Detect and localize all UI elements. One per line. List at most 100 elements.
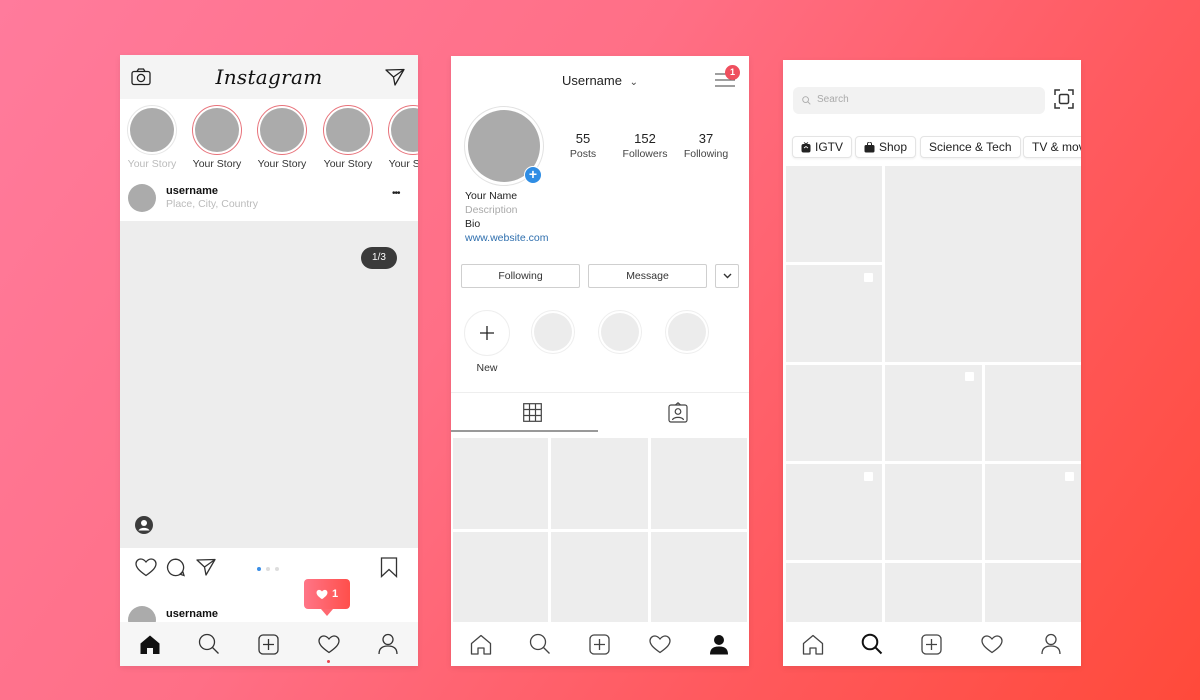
explore-post[interactable] [786,166,882,262]
grid-post[interactable] [651,532,747,624]
message-button[interactable]: Message [588,264,707,288]
story-item[interactable]: Your Story [383,105,418,170]
explore-post[interactable] [985,365,1081,461]
nav-home-icon[interactable] [468,631,494,657]
profile-tabs [451,392,749,433]
nav-home-icon[interactable] [800,631,826,657]
direct-message-icon[interactable] [385,68,405,86]
explore-post[interactable] [985,464,1081,560]
menu-notification-badge: 1 [725,65,740,80]
chip-tv-movies[interactable]: TV & movies [1023,136,1081,158]
story-item[interactable]: Your Story [187,105,247,170]
post-location[interactable]: Place, City, Country [166,198,258,210]
bottom-nav [120,622,418,666]
explore-post[interactable] [885,365,982,461]
stat-following[interactable]: 37 Following [676,131,736,160]
highlight-item[interactable] [665,310,711,354]
chip-label: Science & Tech [929,140,1012,154]
chip-science-tech[interactable]: Science & Tech [920,136,1021,158]
share-icon[interactable] [196,558,216,576]
tagged-user-icon[interactable] [134,515,154,535]
explore-post[interactable] [786,365,882,461]
notification-count: 1 [331,588,339,600]
stat-label: Followers [622,148,668,160]
explore-post[interactable] [786,464,882,560]
app-logo: Instagram [215,65,323,89]
feed-screen: Instagram Your Story Your Story Your Sto… [120,55,418,666]
chip-label: TV & movies [1032,140,1081,154]
comment-icon[interactable] [166,558,185,577]
activity-notification-badge[interactable]: 1 [304,579,350,616]
grid-post[interactable] [551,438,648,529]
stat-posts[interactable]: 55 Posts [553,131,613,160]
post-image[interactable]: 1/3 [120,221,418,548]
nav-add-icon[interactable] [256,631,282,657]
feed-header: Instagram [120,55,418,99]
carousel-dot [266,567,270,571]
story-item[interactable]: Your Story [252,105,312,170]
highlight-item[interactable] [531,310,577,354]
add-story-icon[interactable]: + [524,166,542,184]
next-post-username[interactable]: username [166,608,218,620]
explore-post[interactable] [786,563,882,623]
search-input[interactable]: Search [793,87,1045,114]
nav-profile-icon[interactable] [375,631,401,657]
bottom-nav [783,622,1081,666]
explore-screen: Search IGTV Shop Science & Tech TV & mov… [783,60,1081,666]
nav-activity-icon[interactable] [316,631,342,663]
grid-post[interactable] [453,438,548,529]
grid-post[interactable] [551,532,648,624]
stories-bar: Your Story Your Story Your Story Your St… [120,99,418,179]
highlight-new[interactable]: New [464,310,510,374]
scan-icon[interactable] [1054,89,1074,109]
chevron-down-icon: ⌄ [629,77,638,88]
story-label: Your Story [192,158,242,170]
nav-activity-icon[interactable] [647,631,673,657]
carousel-dot [275,567,279,571]
multiple-posts-icon [864,273,873,282]
tab-grid-icon[interactable] [523,403,542,422]
highlight-new-label: New [476,362,498,374]
explore-post-large[interactable] [885,166,1081,362]
tab-tagged-icon[interactable] [668,402,688,423]
suggested-dropdown-button[interactable] [715,264,739,288]
nav-activity-icon[interactable] [979,631,1005,657]
nav-profile-icon[interactable] [1038,631,1064,657]
search-icon [802,96,811,105]
post-username[interactable]: username [166,185,218,197]
story-label: Your Story [388,158,418,170]
nav-search-icon[interactable] [859,631,885,657]
highlight-item[interactable] [598,310,644,354]
explore-post[interactable] [985,563,1081,623]
stat-label: Posts [569,148,597,160]
grid-post[interactable] [651,438,747,529]
story-item[interactable]: Your Story [122,105,182,170]
carousel-dot-active [257,567,261,571]
nav-add-icon[interactable] [919,631,945,657]
bookmark-icon[interactable] [380,557,398,578]
explore-post[interactable] [786,265,882,362]
chip-shop[interactable]: Shop [855,136,917,158]
nav-profile-icon[interactable] [706,631,732,657]
nav-search-icon[interactable] [527,631,553,657]
explore-post[interactable] [885,563,982,623]
more-options-icon[interactable]: ••• [392,188,400,199]
chip-igtv[interactable]: IGTV [792,136,853,158]
grid-post[interactable] [453,532,548,624]
nav-search-icon[interactable] [196,631,222,657]
nav-add-icon[interactable] [587,631,613,657]
post-avatar[interactable] [128,184,156,212]
like-icon[interactable] [135,558,157,577]
stat-followers[interactable]: 152 Followers [615,131,675,160]
story-label: Your Story [257,158,307,170]
following-button[interactable]: Following [461,264,580,288]
profile-username-switcher[interactable]: Username ⌄ [451,73,749,88]
profile-website-link[interactable]: www.website.com [465,232,548,244]
search-placeholder: Search [817,94,849,105]
story-item[interactable]: Your Story [318,105,378,170]
explore-post[interactable] [885,464,982,560]
multiple-posts-icon [864,472,873,481]
post-header: username Place, City, Country ••• [120,179,418,221]
nav-home-icon[interactable] [137,631,163,657]
profile-description: Description [465,204,518,216]
